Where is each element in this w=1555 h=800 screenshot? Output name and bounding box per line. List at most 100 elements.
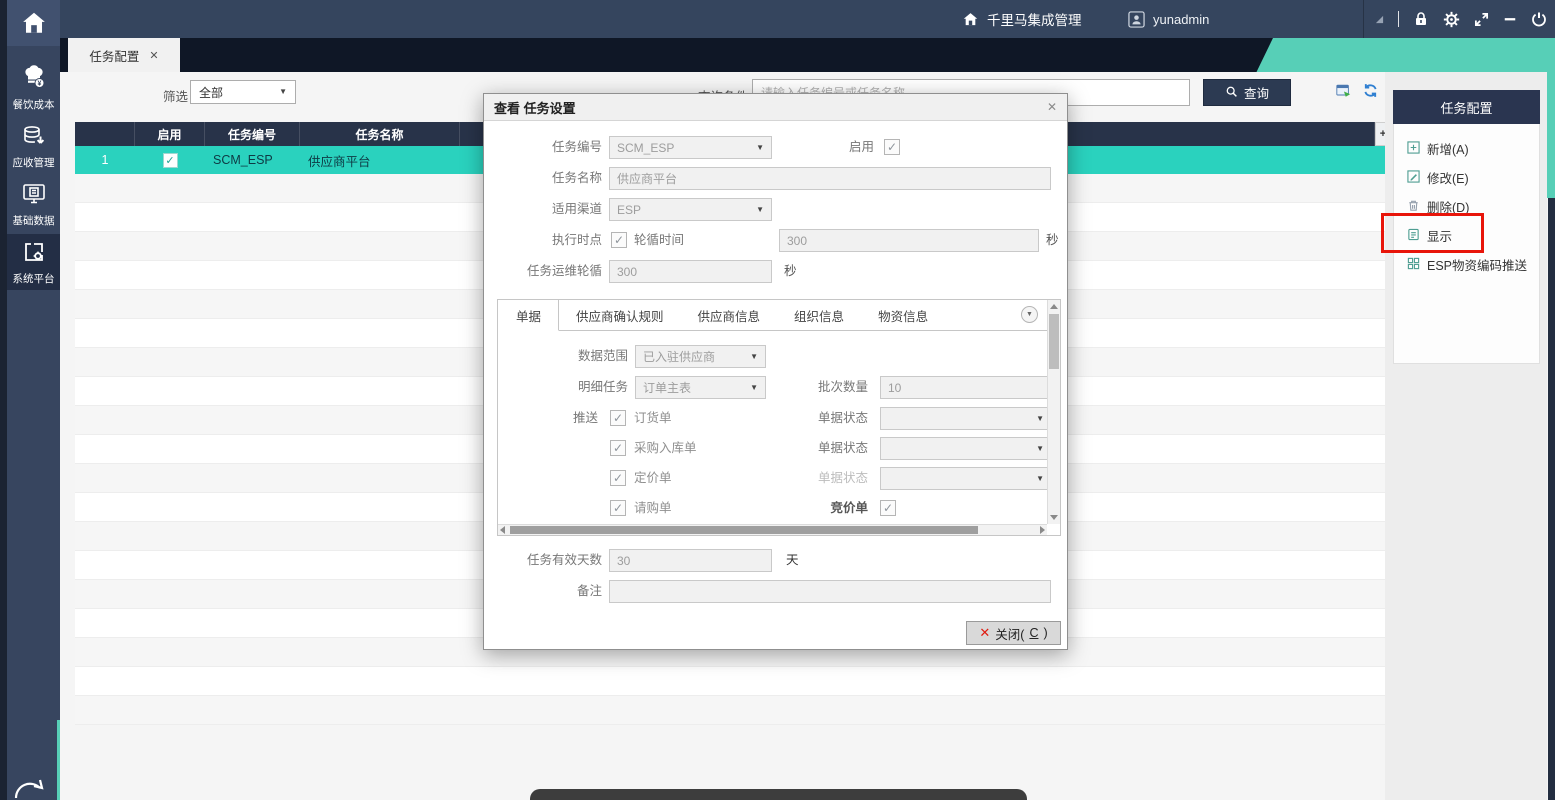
annotation-highlight-box: [1381, 213, 1484, 253]
tab-task-config[interactable]: 任务配置 ✕: [68, 38, 180, 72]
detail-task-select[interactable]: 订单主表 ▼: [635, 376, 766, 399]
col-header-code[interactable]: 任务编号: [205, 122, 300, 146]
row-task-code: SCM_ESP: [213, 153, 273, 167]
app-window: 千里马集成管理 yunadmin ¥ 餐饮成本 应收管理 基础数据 系统平台 任…: [0, 0, 1555, 800]
lock-icon[interactable]: [1413, 11, 1429, 27]
sidebar-home-button[interactable]: [7, 0, 60, 46]
action-esp-push[interactable]: ESP物资编码推送: [1394, 250, 1539, 279]
app-title: 千里马集成管理: [987, 13, 1082, 28]
export-icon[interactable]: [1335, 83, 1352, 99]
ops-poll-input[interactable]: 300: [609, 260, 772, 283]
col-header-index[interactable]: [75, 122, 135, 146]
empty-row: [75, 696, 1391, 725]
scroll-right-icon[interactable]: [1040, 526, 1045, 534]
batch-qty-label: 批次数量: [817, 380, 868, 394]
valid-days-input[interactable]: 30: [609, 549, 772, 572]
bottom-dock-bar[interactable]: [530, 789, 1027, 800]
frame-teal-strip: [1547, 38, 1555, 198]
action-panel-region: 任务配置 新增(A) 修改(E) 删除(D) 显示 ESP物资编码推送: [1385, 72, 1547, 800]
tab-label: 任务配置: [89, 49, 140, 64]
push-order-checkbox[interactable]: ✓: [610, 410, 626, 426]
remark-label: 备注: [576, 584, 602, 598]
doc-status-select-1[interactable]: ▼: [880, 407, 1052, 430]
sidebar-item-receivables[interactable]: 应收管理: [7, 118, 60, 174]
fullscreen-icon[interactable]: [1474, 12, 1489, 27]
sidebar-item-system-platform[interactable]: 系统平台: [7, 234, 60, 290]
power-icon[interactable]: [1531, 11, 1547, 27]
task-code-select[interactable]: SCM_ESP ▼: [609, 136, 772, 159]
chevron-down-icon: ▼: [1036, 443, 1044, 453]
bid-label: 竞价单: [830, 501, 868, 515]
dialog-title: 查看 任务设置: [494, 100, 576, 116]
poll-label: 轮循时间: [634, 233, 685, 247]
task-name-label: 任务名称: [551, 171, 602, 185]
scroll-up-icon[interactable]: [1050, 304, 1058, 309]
poll-checkbox[interactable]: ✓: [611, 232, 627, 248]
gear-icon[interactable]: [1443, 11, 1460, 28]
dialog-close-button[interactable]: ✕ 关闭(C): [966, 621, 1061, 645]
col-header-name[interactable]: 任务名称: [300, 122, 460, 146]
channel-label: 适用渠道: [551, 202, 602, 216]
days-unit: 天: [786, 553, 799, 567]
query-button[interactable]: 查询: [1203, 79, 1291, 106]
doc-status-label: 单据状态: [817, 411, 868, 425]
tab-close-icon[interactable]: ✕: [149, 49, 158, 62]
seconds-unit: 秒: [784, 264, 797, 278]
dialog-tab-container: 单据 供应商确认规则 供应商信息 组织信息 物资信息 ▼ 数据范围 已入驻供应商…: [497, 299, 1061, 536]
grid-icon: [1407, 257, 1420, 273]
sidebar-item-catering-cost[interactable]: ¥ 餐饮成本: [7, 60, 60, 116]
dialog-close-icon[interactable]: ✕: [1047, 100, 1057, 114]
refresh-arc-icon[interactable]: [10, 754, 48, 800]
ops-poll-label: 任务运维轮循: [526, 264, 602, 278]
push-receipt-checkbox[interactable]: ✓: [610, 440, 626, 456]
detail-task-label: 明细任务: [577, 380, 628, 394]
scroll-left-icon[interactable]: [500, 526, 505, 534]
tab-org-info[interactable]: 组织信息: [777, 300, 861, 330]
task-name-input[interactable]: 供应商平台: [609, 167, 1051, 190]
horizontal-scrollbar[interactable]: [498, 524, 1047, 535]
action-panel-title: 任务配置: [1393, 90, 1540, 124]
poll-seconds-input[interactable]: 300: [779, 229, 1039, 252]
action-add[interactable]: 新增(A): [1394, 134, 1539, 163]
batch-qty-input[interactable]: 10: [880, 376, 1052, 399]
scrollbar-thumb[interactable]: [510, 526, 978, 534]
tab-supplier-confirm-rules[interactable]: 供应商确认规则: [559, 300, 681, 330]
task-code-label: 任务编号: [551, 140, 602, 154]
channel-select[interactable]: ESP ▼: [609, 198, 772, 221]
scroll-down-icon[interactable]: [1050, 515, 1058, 520]
sidebar-item-basic-data[interactable]: 基础数据: [7, 176, 60, 232]
home-icon[interactable]: [962, 11, 979, 28]
frame-navy-strip: [1548, 198, 1555, 800]
dialog-titlebar[interactable]: 查看 任务设置 ✕: [484, 94, 1067, 121]
svg-text:¥: ¥: [37, 80, 41, 87]
user-group[interactable]: yunadmin: [1128, 0, 1209, 38]
search-icon: [1225, 85, 1238, 101]
tab-supplier-info[interactable]: 供应商信息: [681, 300, 778, 330]
tab-documents[interactable]: 单据: [498, 300, 560, 331]
seconds-unit: 秒: [1046, 233, 1059, 247]
teal-wedge-decoration: [1256, 38, 1555, 72]
close-x-icon: ✕: [979, 625, 991, 640]
data-range-select[interactable]: 已入驻供应商 ▼: [635, 345, 766, 368]
chevron-down-icon: ▼: [756, 204, 764, 214]
scrollbar-thumb[interactable]: [1049, 314, 1059, 369]
checkbox-checked[interactable]: ✓: [162, 152, 178, 168]
push-pricing-checkbox[interactable]: ✓: [610, 470, 626, 486]
topbar-divider: [1398, 11, 1399, 27]
doc-status-select-3[interactable]: ▼: [880, 467, 1052, 490]
row-task-name: 供应商平台: [308, 154, 371, 169]
push-request-checkbox[interactable]: ✓: [610, 500, 626, 516]
action-edit[interactable]: 修改(E): [1394, 163, 1539, 192]
enabled-checkbox[interactable]: ✓: [884, 139, 900, 155]
remark-input[interactable]: [609, 580, 1051, 603]
filter-dropdown[interactable]: 全部 ▼: [190, 80, 296, 104]
col-header-enabled[interactable]: 启用: [135, 122, 205, 146]
refresh-icon[interactable]: [1363, 83, 1378, 98]
minimize-icon[interactable]: [1503, 12, 1517, 26]
vertical-scrollbar[interactable]: [1047, 300, 1060, 524]
doc-status-select-2[interactable]: ▼: [880, 437, 1052, 460]
tab-material-info[interactable]: 物资信息: [861, 300, 945, 330]
bid-checkbox[interactable]: ✓: [880, 500, 896, 516]
tab-strip: 任务配置 ✕: [60, 38, 1555, 72]
tab-overflow-button[interactable]: ▼: [1021, 306, 1038, 323]
